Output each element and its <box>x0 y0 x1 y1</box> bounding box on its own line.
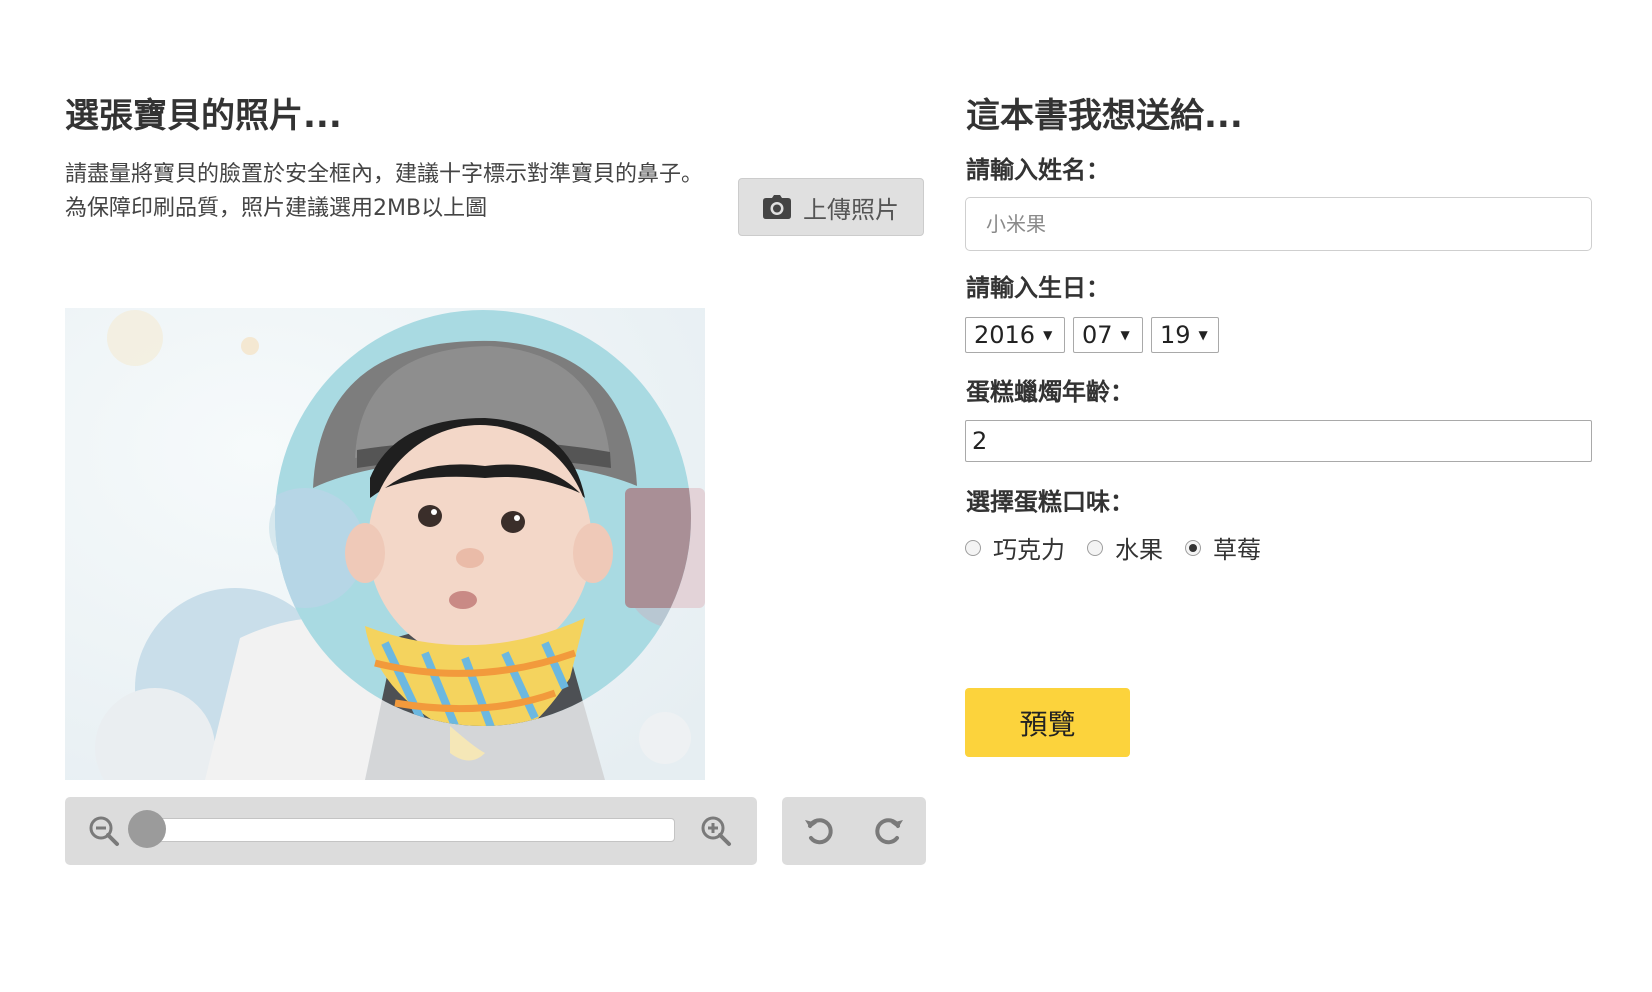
recipient-section-title: 這本書我想送給... <box>966 96 1243 136</box>
rotate-right-icon[interactable] <box>870 813 906 849</box>
camera-icon <box>763 195 791 219</box>
birthday-selects: 2016 ▼ 07 ▼ 19 ▼ <box>965 317 1219 353</box>
birthday-year-value: 2016 <box>974 321 1036 349</box>
radio-button[interactable] <box>965 539 981 556</box>
birthday-month-select[interactable]: 07 ▼ <box>1073 317 1143 353</box>
rotate-control-bar <box>782 797 926 865</box>
zoom-slider-track[interactable] <box>128 810 675 848</box>
upload-photo-label: 上傳照片 <box>803 195 899 224</box>
preview-button[interactable]: 預覽 <box>965 688 1130 757</box>
zoom-control-bar <box>65 797 757 865</box>
candle-age-label: 蛋糕蠟燭年齡： <box>966 378 1134 406</box>
upload-photo-button[interactable]: 上傳照片 <box>738 178 924 236</box>
candle-age-input[interactable] <box>965 420 1592 462</box>
radio-button[interactable] <box>1087 539 1103 556</box>
photo-hint: 請盡量將寶貝的臉置於安全框內，建議十字標示對準寶貝的鼻子。 為保障印刷品質，照片… <box>65 158 703 226</box>
chevron-down-icon: ▼ <box>1043 328 1053 342</box>
flavor-option-fruit[interactable]: 水果 <box>1087 530 1163 565</box>
rotate-left-icon[interactable] <box>802 813 838 849</box>
zoom-slider-thumb[interactable] <box>128 810 166 848</box>
birthday-label: 請輸入生日： <box>966 274 1110 302</box>
baby-photo <box>65 308 705 780</box>
flavor-option-strawberry[interactable]: 草莓 <box>1185 530 1261 565</box>
photo-hint-line: 為保障印刷品質，照片建議選用2MB以上圖 <box>65 196 488 221</box>
birthday-year-select[interactable]: 2016 ▼ <box>965 317 1065 353</box>
flavor-options: 巧克力 水果 草莓 <box>965 530 1261 565</box>
chevron-down-icon: ▼ <box>1120 328 1130 342</box>
flavor-option-label: 水果 <box>1115 536 1163 564</box>
birthday-day-select[interactable]: 19 ▼ <box>1151 317 1219 353</box>
flavor-option-chocolate[interactable]: 巧克力 <box>965 530 1065 565</box>
chevron-down-icon: ▼ <box>1198 328 1208 342</box>
birthday-month-value: 07 <box>1082 321 1113 349</box>
name-label: 請輸入姓名： <box>966 156 1110 184</box>
photo-crop-area[interactable] <box>65 308 705 780</box>
flavor-option-label: 巧克力 <box>993 536 1065 564</box>
birthday-day-value: 19 <box>1160 321 1191 349</box>
zoom-in-icon[interactable] <box>699 814 733 848</box>
name-input[interactable] <box>965 197 1592 251</box>
photo-section-title: 選張寶貝的照片... <box>65 96 342 136</box>
zoom-out-icon[interactable] <box>87 814 121 848</box>
flavor-option-label: 草莓 <box>1213 536 1261 564</box>
page: 選張寶貝的照片... 請盡量將寶貝的臉置於安全框內，建議十字標示對準寶貝的鼻子。… <box>0 0 1652 992</box>
radio-button-selected[interactable] <box>1185 539 1201 556</box>
photo-hint-line: 請盡量將寶貝的臉置於安全框內，建議十字標示對準寶貝的鼻子。 <box>65 162 704 187</box>
flavor-label: 選擇蛋糕口味： <box>966 488 1134 516</box>
